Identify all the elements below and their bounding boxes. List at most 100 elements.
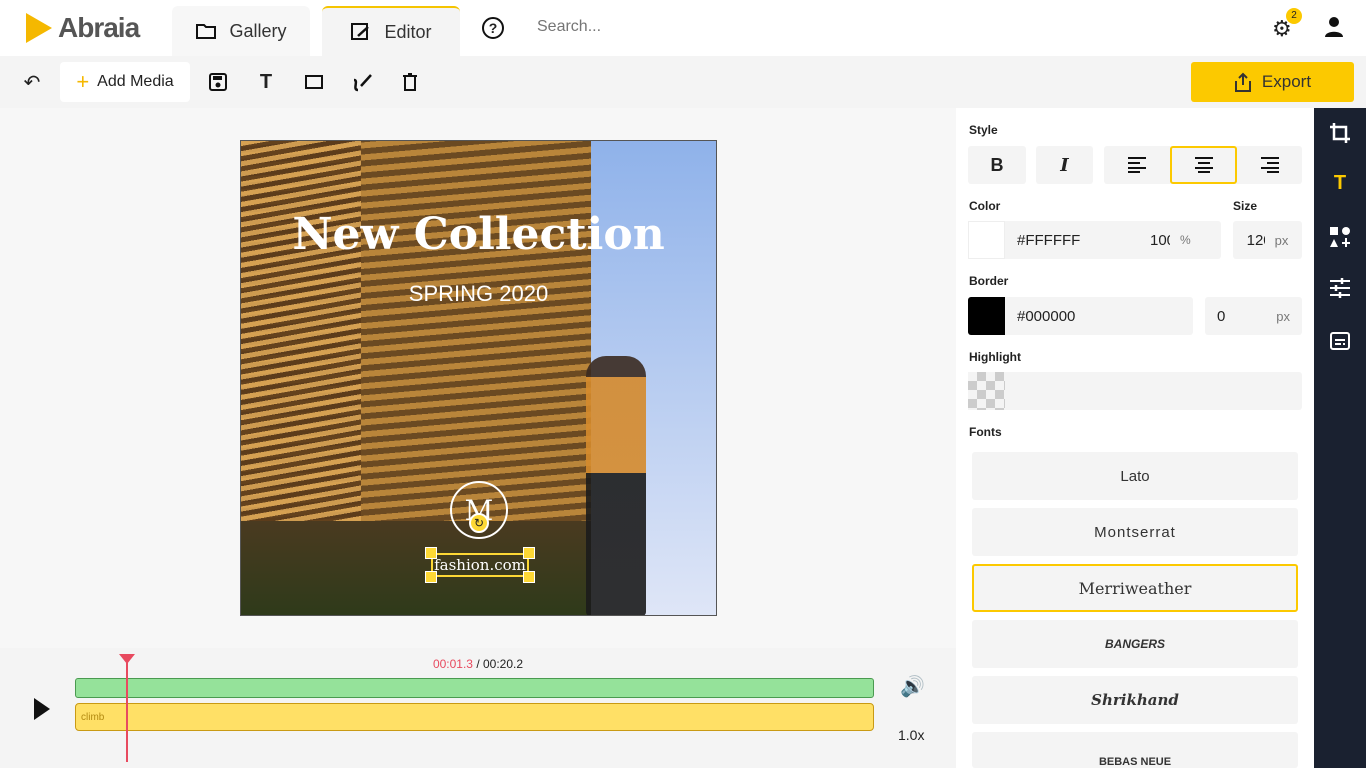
opacity-unit: % <box>1180 233 1191 247</box>
subtitles-button[interactable] <box>1314 332 1366 356</box>
resize-handle[interactable] <box>523 571 535 583</box>
text-properties-panel: Style B I Color Size #FFFFFF 100 % 120 p… <box>956 108 1314 768</box>
add-media-button[interactable]: + Add Media <box>60 62 190 102</box>
notification-badge: 2 <box>1286 8 1302 24</box>
font-name: BEBAS NEUE <box>1098 756 1172 768</box>
user-icon <box>1325 17 1343 37</box>
help-icon[interactable]: ? <box>482 17 504 39</box>
play-icon[interactable] <box>34 698 50 720</box>
bold-button[interactable]: B <box>968 146 1026 184</box>
highlight-field[interactable] <box>968 372 1302 410</box>
resize-handle[interactable] <box>425 571 437 583</box>
color-hex[interactable]: #FFFFFF <box>1017 232 1122 249</box>
edit-image-icon <box>350 22 372 42</box>
total-time: 00:20.2 <box>483 657 524 671</box>
align-center-icon <box>1194 157 1213 173</box>
border-color-field[interactable]: #000000 <box>968 297 1193 335</box>
font-option-bebas-neue[interactable]: BEBAS NEUE <box>972 732 1298 768</box>
tab-label: Gallery <box>229 20 287 41</box>
transparent-swatch[interactable] <box>968 372 1005 410</box>
font-option-lato[interactable]: Lato <box>972 452 1298 500</box>
italic-icon: I <box>1060 154 1069 176</box>
tab-label: Editor <box>384 21 432 42</box>
canvas-subtitle-text[interactable]: SPRING 2020 <box>241 281 716 307</box>
add-text-button[interactable]: T <box>250 66 282 98</box>
sliders-icon <box>1330 278 1350 298</box>
align-left-button[interactable] <box>1104 146 1170 184</box>
tab-editor[interactable]: Editor <box>322 6 460 56</box>
volume-icon[interactable]: 🔊 <box>900 674 925 699</box>
export-label: Export <box>1261 72 1312 91</box>
color-label: Color <box>969 199 1001 213</box>
video-track[interactable] <box>75 678 874 698</box>
align-left-icon <box>1128 157 1146 173</box>
playhead[interactable] <box>119 654 135 762</box>
font-option-bangers[interactable]: BANGERS <box>972 620 1298 668</box>
size-field[interactable]: 120 px <box>1233 221 1302 259</box>
resize-handle[interactable] <box>523 547 535 559</box>
time-display: 00:01.3 / 00:20.2 <box>0 657 956 671</box>
font-option-montserrat[interactable]: Montserrat <box>972 508 1298 556</box>
adjustments-button[interactable] <box>1314 278 1366 304</box>
color-swatch[interactable] <box>968 221 1005 259</box>
selected-text-box[interactable]: fashion.com <box>425 547 535 583</box>
crop-icon <box>1330 123 1350 143</box>
folder-icon <box>195 22 217 40</box>
border-label: Border <box>969 274 1009 288</box>
crop-button[interactable] <box>1314 122 1366 150</box>
font-name: Shrikhand <box>1091 691 1179 709</box>
size-unit: px <box>1274 232 1289 248</box>
canvas-title-text[interactable]: New Collection <box>241 209 716 260</box>
text-icon: T <box>1333 172 1347 194</box>
toolbar: ↶ + Add Media T Export <box>0 56 1366 108</box>
shapes-button[interactable] <box>1314 226 1366 254</box>
text-icon: T <box>259 70 273 93</box>
rotate-handle[interactable]: ↻ <box>469 513 489 533</box>
bold-icon: B <box>990 154 1004 175</box>
user-button[interactable] <box>1324 16 1344 43</box>
size-label: Size <box>1233 199 1258 213</box>
undo-button[interactable]: ↶ <box>16 66 48 98</box>
size-value[interactable]: 120 <box>1247 232 1265 249</box>
playback-speed[interactable]: 1.0x <box>898 727 924 743</box>
logo-icon <box>26 13 52 43</box>
italic-button[interactable]: I <box>1036 146 1093 184</box>
plus-icon: + <box>76 69 90 94</box>
font-option-shrikhand[interactable]: Shrikhand <box>972 676 1298 724</box>
align-center-button[interactable] <box>1170 146 1237 184</box>
tab-gallery[interactable]: Gallery <box>172 6 310 56</box>
clip-track[interactable]: climb <box>75 703 874 731</box>
add-shape-button[interactable] <box>298 66 330 98</box>
delete-button[interactable] <box>394 66 426 98</box>
opacity-value[interactable]: 100 <box>1150 232 1170 249</box>
align-right-button[interactable] <box>1237 146 1302 184</box>
text-tool-button[interactable]: T <box>1314 172 1366 195</box>
draw-button[interactable] <box>346 66 378 98</box>
resize-handle[interactable] <box>425 547 437 559</box>
highlight-label: Highlight <box>969 350 1021 364</box>
save-icon <box>209 73 227 91</box>
trash-icon <box>403 73 417 91</box>
border-swatch[interactable] <box>968 297 1005 335</box>
border-width-value[interactable]: 0 <box>1217 308 1225 325</box>
font-option-merriweather[interactable]: Merriweather <box>972 564 1298 612</box>
settings-button[interactable]: ⚙ 2 <box>1272 8 1302 42</box>
add-media-label: Add Media <box>97 73 174 90</box>
export-button[interactable]: Export <box>1191 62 1354 102</box>
style-label: Style <box>969 123 998 137</box>
search-input[interactable] <box>537 18 737 36</box>
border-width-field[interactable]: 0 px <box>1205 297 1302 335</box>
border-hex[interactable]: #000000 <box>1017 308 1075 325</box>
share-icon <box>1234 72 1251 92</box>
color-field[interactable]: #FFFFFF 100 % <box>968 221 1221 259</box>
header: Abraia Gallery Editor ? ⚙ 2 <box>0 0 1366 56</box>
font-name: Merriweather <box>1078 578 1192 598</box>
current-time: 00:01.3 <box>432 657 473 671</box>
font-name: Montserrat <box>1094 523 1176 541</box>
logo[interactable]: Abraia <box>26 12 140 44</box>
foliage <box>241 521 591 615</box>
timeline: 00:01.3 / 00:20.2 climb 🔊 1.0x <box>0 648 956 768</box>
canvas-image[interactable]: New Collection SPRING 2020 M ↻ fashion.c… <box>240 140 717 616</box>
undo-icon: ↶ <box>23 71 41 94</box>
save-button[interactable] <box>202 66 234 98</box>
